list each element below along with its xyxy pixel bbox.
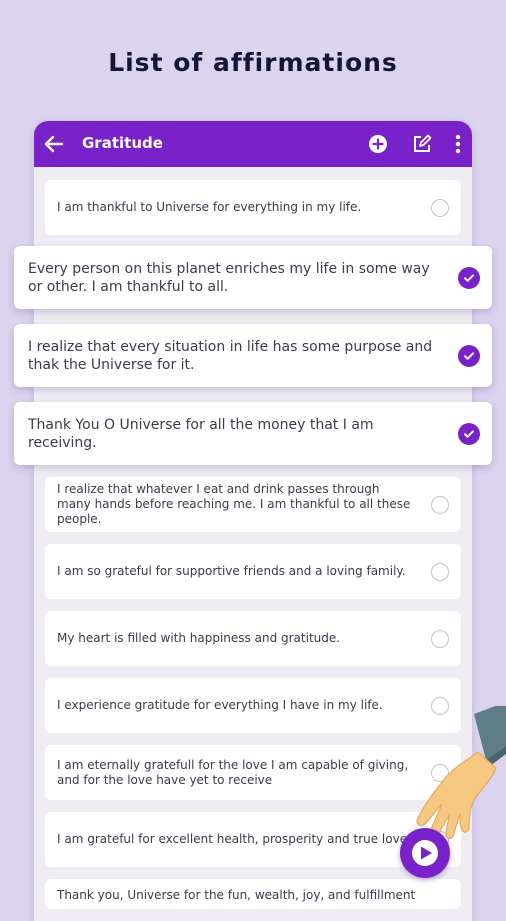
affirmation-text: I am grateful for excellent health, pros… [57,832,411,846]
affirmation-text: I realize that whatever I eat and drink … [57,482,411,526]
check-circle-icon[interactable] [458,422,480,445]
plus-circle-icon[interactable] [366,132,390,156]
unchecked-circle-icon[interactable] [431,629,449,648]
affirmation-text: I realize that every situation in life h… [28,338,433,373]
check-circle-icon[interactable] [458,344,480,367]
play-icon [412,840,438,866]
check-circle-icon[interactable] [458,266,480,289]
affirmation-text: I am thankful to Universe for everything… [57,200,362,214]
unchecked-circle-icon[interactable] [431,495,449,514]
affirmation-item[interactable]: I realize that every situation in life h… [14,324,492,387]
affirmation-item[interactable]: Every person on this planet enriches my … [14,246,492,309]
affirmation-item[interactable]: I experience gratitude for everything I … [45,678,461,733]
affirmation-text: Thank you, Universe for the fun, wealth,… [57,888,416,902]
affirmation-text: I am eternally gratefull for the love I … [57,757,409,787]
affirmation-item[interactable]: I am thankful to Universe for everything… [45,180,461,235]
app-bar: Gratitude [34,121,472,167]
unchecked-circle-icon[interactable] [431,198,449,217]
more-vertical-icon[interactable] [448,132,468,156]
play-button[interactable] [400,828,450,878]
affirmation-text: I experience gratitude for everything I … [57,698,383,712]
affirmation-item[interactable]: My heart is filled with happiness and gr… [45,611,461,666]
affirmation-item[interactable]: I realize that whatever I eat and drink … [45,477,461,532]
affirmation-text: I am so grateful for supportive friends … [57,564,406,578]
affirmation-item[interactable]: Thank You O Universe for all the money t… [14,402,492,465]
affirmation-text: Every person on this planet enriches my … [28,260,430,295]
page-headline: List of affirmations [108,48,398,77]
affirmation-item[interactable]: I am so grateful for supportive friends … [45,544,461,599]
unchecked-circle-icon[interactable] [431,562,449,581]
affirmation-text: My heart is filled with happiness and gr… [57,631,341,645]
app-bar-title: Gratitude [82,134,163,152]
affirmation-item[interactable]: I am grateful for excellent health, pros… [45,812,461,867]
affirmation-item[interactable]: I am eternally gratefull for the love I … [45,745,461,800]
affirmation-item[interactable]: Thank you, Universe for the fun, wealth,… [45,879,461,909]
pointing-hand-icon [416,706,506,840]
edit-icon[interactable] [410,132,434,156]
arrow-left-icon[interactable] [42,132,66,156]
affirmation-text: Thank You O Universe for all the money t… [28,416,374,451]
